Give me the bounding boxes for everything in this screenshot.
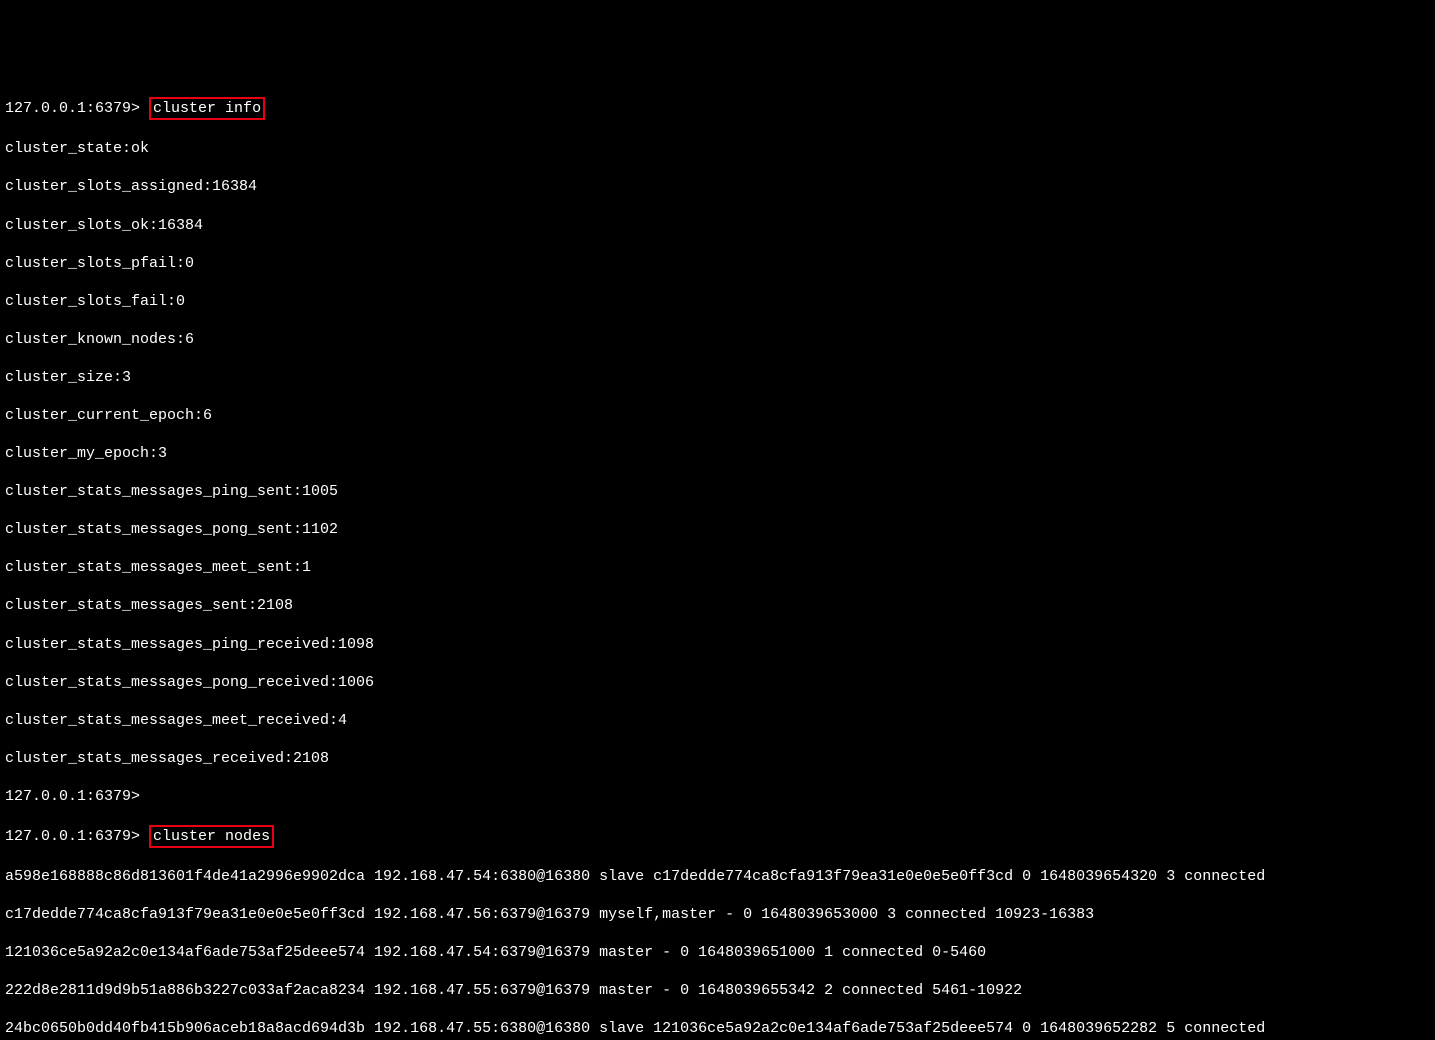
output-line: 222d8e2811d9d9b51a886b3227c033af2aca8234… [5,981,1430,1000]
output-line: cluster_slots_fail:0 [5,292,1430,311]
output-line: cluster_state:ok [5,139,1430,158]
output-line: cluster_slots_pfail:0 [5,254,1430,273]
output-line: cluster_slots_assigned:16384 [5,177,1430,196]
output-line: cluster_stats_messages_pong_received:100… [5,673,1430,692]
output-line: cluster_stats_messages_ping_received:109… [5,635,1430,654]
output-line: cluster_current_epoch:6 [5,406,1430,425]
output-line: 121036ce5a92a2c0e134af6ade753af25deee574… [5,943,1430,962]
terminal-output: 127.0.0.1:6379> cluster info cluster_sta… [5,78,1430,1040]
command-highlight: cluster info [149,97,265,120]
output-line: cluster_stats_messages_sent:2108 [5,596,1430,615]
command-highlight: cluster nodes [149,825,274,848]
output-line: cluster_stats_messages_meet_received:4 [5,711,1430,730]
output-line: cluster_stats_messages_meet_sent:1 [5,558,1430,577]
output-line: c17dedde774ca8cfa913f79ea31e0e0e5e0ff3cd… [5,905,1430,924]
output-line: cluster_size:3 [5,368,1430,387]
output-line: cluster_my_epoch:3 [5,444,1430,463]
redis-prompt[interactable]: 127.0.0.1:6379> [5,828,140,845]
output-line: cluster_stats_messages_pong_sent:1102 [5,520,1430,539]
output-line: cluster_stats_messages_ping_sent:1005 [5,482,1430,501]
output-line: cluster_known_nodes:6 [5,330,1430,349]
output-line: a598e168888c86d813601f4de41a2996e9902dca… [5,867,1430,886]
output-line: 24bc0650b0dd40fb415b906aceb18a8acd694d3b… [5,1019,1430,1038]
output-line: cluster_stats_messages_received:2108 [5,749,1430,768]
redis-prompt[interactable]: 127.0.0.1:6379> [5,788,140,805]
output-line: cluster_slots_ok:16384 [5,216,1430,235]
redis-prompt[interactable]: 127.0.0.1:6379> [5,100,140,117]
